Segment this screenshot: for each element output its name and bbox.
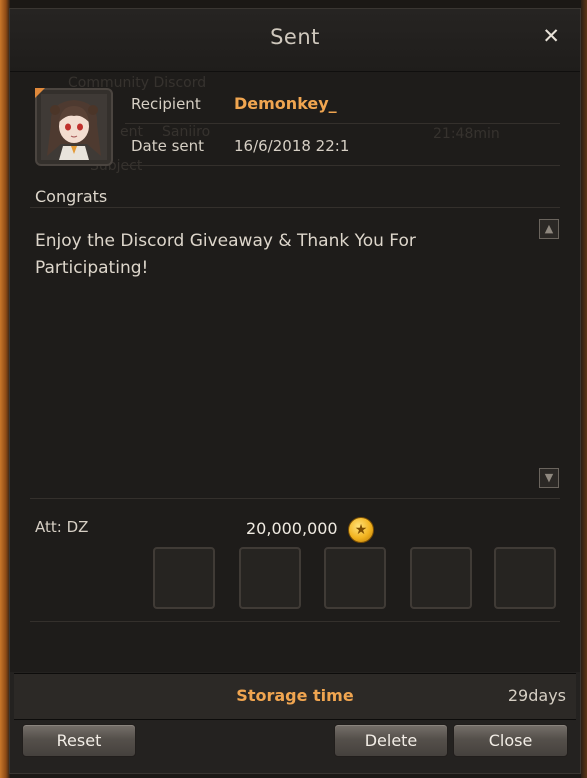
gold-coin-icon: ★ xyxy=(348,517,374,543)
scroll-up-button[interactable]: ▲ xyxy=(539,219,559,239)
divider xyxy=(125,123,560,124)
recipient-name: Demonkey_ xyxy=(234,94,337,113)
divider xyxy=(125,165,560,166)
storage-time-value: 29days xyxy=(507,686,566,705)
divider xyxy=(30,621,560,622)
avatar xyxy=(35,88,113,166)
character-portrait-icon xyxy=(41,94,107,160)
close-icon[interactable]: ✕ xyxy=(542,24,560,48)
attachment-slot[interactable] xyxy=(410,547,472,609)
window-title: Sent xyxy=(270,25,320,49)
date-sent-value: 16/6/2018 22:1 xyxy=(234,137,350,155)
ghost-text: 21:48min xyxy=(433,126,500,142)
recipient-label: Recipient xyxy=(131,95,201,113)
close-button[interactable]: Close xyxy=(453,724,568,757)
storage-time-label: Storage time xyxy=(236,686,354,705)
attachment-label: Att: DZ xyxy=(35,518,89,536)
scroll-down-button[interactable]: ▼ xyxy=(539,468,559,488)
attachment-slot[interactable] xyxy=(239,547,301,609)
attachment-slot[interactable] xyxy=(494,547,556,609)
new-indicator-icon xyxy=(35,88,45,98)
mail-body: Enjoy the Discord Giveaway & Thank You F… xyxy=(35,231,416,278)
attachment-slot[interactable] xyxy=(153,547,215,609)
date-sent-label: Date sent xyxy=(131,137,205,155)
mail-subject: Congrats xyxy=(35,187,108,206)
gold-amount: 20,000,000 xyxy=(246,519,338,538)
title-bar: Sent ✕ xyxy=(10,9,580,72)
delete-button[interactable]: Delete xyxy=(334,724,448,757)
attachment-slot[interactable] xyxy=(324,547,386,609)
sent-mail-window: Sent ✕ Community Discord ent Saniiro 21:… xyxy=(9,8,581,774)
storage-time-bar: Storage time 29days xyxy=(14,673,576,720)
divider xyxy=(30,207,560,208)
background-edge-right xyxy=(581,0,587,778)
divider xyxy=(30,498,560,499)
reset-button[interactable]: Reset xyxy=(22,724,136,757)
